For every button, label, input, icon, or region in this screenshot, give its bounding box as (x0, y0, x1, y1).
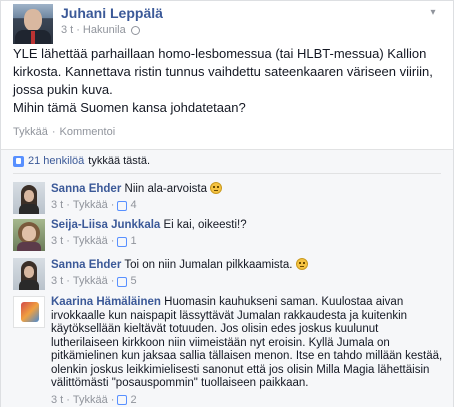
comment-like-button[interactable]: Tykkää (73, 394, 108, 407)
smiley-icon (210, 182, 223, 194)
feedback-section: 21 henkilöä tykkää tästä. Sanna Ehder Ni… (1, 149, 453, 407)
comment-like-count[interactable]: 5 (130, 275, 136, 288)
commenter-avatar[interactable] (13, 296, 45, 328)
commenter-name[interactable]: Kaarina Hämäläinen (51, 296, 161, 308)
post-text-line: kirkosta. Kannettava ristin tunnus vaihd… (13, 64, 433, 79)
likes-summary: 21 henkilöä tykkää tästä. (13, 155, 150, 167)
meta-separator: · (66, 199, 70, 211)
commenter-avatar[interactable] (13, 219, 45, 251)
comment-like-button[interactable]: Tykkää (73, 199, 108, 212)
commenter-name[interactable]: Sanna Ehder (51, 259, 121, 271)
comment-like-count[interactable]: 4 (130, 199, 136, 212)
comment-body: Sanna Ehder Toi on niin Jumalan pilkkaam… (51, 258, 443, 288)
likes-rest-text: tykkää tästä. (88, 155, 151, 167)
post-meta: 3 t · Hakunila (61, 24, 142, 36)
post-text: YLE lähettää parhaillaan homo-lesbomessu… (13, 45, 447, 117)
facebook-post: Juhani Leppälä 3 t · Hakunila ▾ YLE lähe… (0, 0, 454, 407)
meta-separator: · (110, 275, 115, 287)
likes-count-link[interactable]: 21 henkilöä (28, 155, 84, 167)
meta-separator: · (110, 199, 115, 211)
post-text-line: YLE lähettää parhaillaan homo-lesbomessu… (13, 46, 427, 61)
author-name[interactable]: Juhani Leppälä (61, 5, 163, 21)
action-separator: · (51, 126, 56, 138)
comment-text: Toi on niin Jumalan pilkkaamista. (124, 259, 293, 271)
meta-separator: · (66, 235, 70, 247)
comment-text: Niin ala-arvoista (124, 183, 207, 195)
post-text-line: Mihin tämä Suomen kansa johdatetaan? (13, 100, 246, 115)
commenter-name[interactable]: Seija-Liisa Junkkala (51, 219, 160, 231)
comment-text: Huomasin kauhukseni saman. Kuulostaa aiv… (51, 296, 443, 389)
comment-like-count[interactable]: 1 (130, 235, 136, 248)
commenter-name[interactable]: Sanna Ehder (51, 183, 121, 195)
comment-time[interactable]: 3 t (51, 394, 63, 407)
meta-separator: · (66, 393, 70, 406)
divider (13, 173, 441, 174)
thumb-up-icon (13, 155, 24, 167)
post-actions: Tykkää · Kommentoi (13, 126, 115, 138)
meta-separator: · (76, 24, 80, 36)
post-text-line: jossa pukin kuva. (13, 82, 113, 97)
author-avatar[interactable] (13, 4, 53, 44)
like-button[interactable]: Tykkää (13, 126, 48, 138)
post-time[interactable]: 3 t (61, 24, 73, 36)
comment-body: Sanna Ehder Niin ala-arvoista 3 t · Tykk… (51, 182, 443, 212)
comment-meta: 3 t · Tykkää · 5 (51, 275, 443, 288)
commenter-avatar[interactable] (13, 258, 45, 290)
comment-time[interactable]: 3 t (51, 235, 63, 248)
comment-like-count[interactable]: 2 (130, 394, 136, 407)
thumb-up-icon[interactable] (117, 236, 128, 247)
thumb-up-icon[interactable] (117, 276, 128, 287)
meta-separator: · (110, 393, 115, 406)
globe-icon (130, 25, 140, 35)
meta-separator: · (66, 275, 70, 287)
comment-like-button[interactable]: Tykkää (73, 275, 108, 288)
comment-body: Kaarina Hämäläinen Huomasin kauhukseni s… (51, 296, 443, 407)
comment-meta: 3 t · Tykkää · 2 (51, 394, 443, 407)
commenter-avatar[interactable] (13, 182, 45, 214)
comment-time[interactable]: 3 t (51, 199, 63, 212)
smiley-icon (295, 258, 308, 270)
comment-time[interactable]: 3 t (51, 275, 63, 288)
comment-meta: 3 t · Tykkää · 4 (51, 199, 443, 212)
comment-button[interactable]: Kommentoi (60, 126, 116, 138)
comment-body: Seija-Liisa Junkkala Ei kai, oikeesti!? … (51, 219, 443, 248)
comment-text: Ei kai, oikeesti!? (163, 219, 247, 231)
comment-meta: 3 t · Tykkää · 1 (51, 235, 443, 248)
meta-separator: · (110, 235, 115, 247)
comment-like-button[interactable]: Tykkää (73, 235, 108, 248)
thumb-up-icon[interactable] (117, 200, 128, 211)
thumb-up-icon[interactable] (117, 395, 128, 405)
chevron-down-icon[interactable]: ▾ (427, 7, 439, 19)
post-location[interactable]: Hakunila (83, 24, 126, 36)
